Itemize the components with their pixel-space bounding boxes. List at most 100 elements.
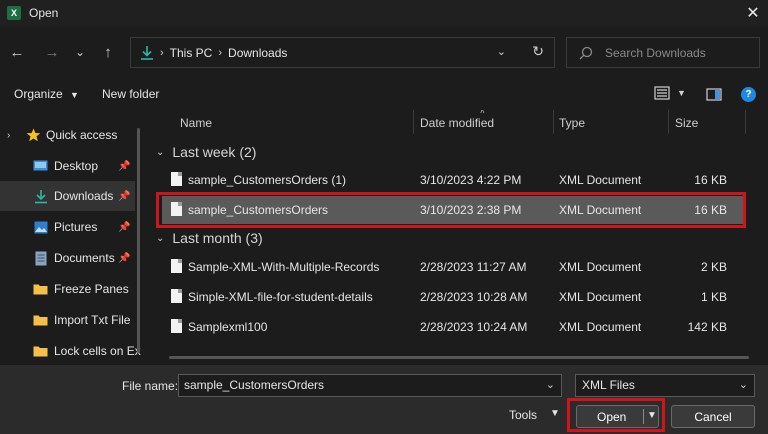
file-type: XML Document [559,290,642,304]
pin-icon[interactable]: 📌 [118,222,130,233]
pin-icon[interactable]: 📌 [118,191,130,202]
sidebar-item-label: Lock cells on Ex [54,344,141,358]
refresh-icon[interactable]: ↻ [532,43,544,60]
breadcrumb-separator-icon: › [160,46,164,59]
chevron-down-icon[interactable]: ⌄ [739,375,748,396]
pin-icon[interactable]: 📌 [118,161,130,172]
file-name-field[interactable]: sample_CustomersOrders ⌄ [178,374,562,397]
column-divider[interactable] [745,110,746,134]
sidebar-item-label: Freeze Panes [54,282,129,296]
view-list-icon[interactable] [654,86,670,100]
sidebar-item-label: Documents [54,251,115,265]
caret-down-icon[interactable]: ▼ [677,88,686,98]
recent-locations-button[interactable]: ⌄ [68,40,92,64]
table-row[interactable]: Simple-XML-file-for-student-details 2/28… [162,283,744,311]
sidebar-item-documents[interactable]: Documents 📌 [0,243,135,273]
group-header-last-month[interactable]: ⌄ Last month (3) [156,230,263,246]
file-icon [171,319,182,333]
download-icon [140,45,154,61]
forward-button[interactable]: → [40,40,64,64]
chevron-down-icon[interactable]: ⌄ [156,233,164,244]
table-row[interactable]: Samplexml100 2/28/2023 10:24 AM XML Docu… [162,313,744,341]
file-date: 2/28/2023 11:27 AM [420,260,527,274]
table-row[interactable]: Sample-XML-With-Multiple-Records 2/28/20… [162,253,744,281]
sidebar-item-label: Import Txt File [54,313,131,327]
file-name-label: File name: [122,379,179,393]
pin-icon[interactable]: 📌 [118,253,130,264]
up-button[interactable]: ↑ [96,40,120,64]
cancel-button[interactable]: Cancel [671,405,755,428]
caret-down-icon[interactable]: ▼ [550,408,560,419]
search-box[interactable] [566,37,760,68]
close-icon[interactable]: ✕ [746,3,759,23]
file-list: Name ˄ Date modified Type Size ⌄ Last we… [150,110,768,365]
help-icon[interactable]: ? [741,87,756,102]
address-dropdown-icon[interactable]: ⌄ [497,45,506,58]
navigation-pane: › Quick access Desktop 📌 Downloads 📌 Pic… [0,110,145,365]
chevron-down-icon[interactable]: ⌄ [75,45,85,59]
chevron-right-icon[interactable]: › [7,130,10,141]
chevron-down-icon[interactable]: ⌄ [546,375,555,396]
file-icon [171,172,182,186]
back-button[interactable]: ← [5,40,29,64]
sidebar-item-quick-access[interactable]: › Quick access [0,120,135,150]
column-divider[interactable] [668,110,669,134]
breadcrumb-this-pc[interactable]: This PC [170,46,213,60]
sidebar-item-label: Quick access [46,128,118,142]
selection-highlight-annotation [156,192,746,228]
group-header-last-week[interactable]: ⌄ Last week (2) [156,144,256,160]
dialog-footer: File name: sample_CustomersOrders ⌄ XML … [0,365,768,434]
table-row[interactable]: sample_CustomersOrders (1) 3/10/2023 4:2… [162,166,744,194]
tools-button[interactable]: Tools [509,408,537,422]
organize-button[interactable]: Organize ▼ [14,87,79,101]
file-icon [171,289,182,303]
back-arrow-icon[interactable]: ← [10,44,25,61]
sidebar-item-import-txt-file[interactable]: Import Txt File [0,305,135,335]
file-type-value[interactable]: XML Files [582,378,635,392]
sidebar-item-lock-cells[interactable]: Lock cells on Ex [0,336,141,365]
file-name: Sample-XML-With-Multiple-Records [188,260,380,274]
sidebar-item-downloads[interactable]: Downloads 📌 [0,181,135,211]
up-arrow-icon[interactable]: ↑ [104,44,112,61]
close-button[interactable]: ✕ [738,0,768,26]
sidebar-scrollbar[interactable] [137,128,140,353]
file-name: sample_CustomersOrders (1) [188,173,347,187]
navigation-bar: ← → ⌄ ↑ › This PC › Downloads ⌄ ↻ [0,26,768,78]
group-label: Last month (3) [172,230,263,246]
command-toolbar: Organize ▼ New folder ▼ ? [0,78,768,110]
sidebar-item-desktop[interactable]: Desktop 📌 [0,151,135,181]
search-input[interactable] [605,45,755,60]
window-title: Open [29,6,59,20]
sidebar-item-freeze-panes[interactable]: Freeze Panes [0,274,135,304]
file-name-value[interactable]: sample_CustomersOrders [184,378,324,392]
column-header-size[interactable]: Size [675,116,698,130]
column-header-date-modified[interactable]: Date modified [420,116,494,130]
preview-pane-icon[interactable] [706,88,722,101]
search-icon [579,46,593,59]
column-header-name[interactable]: Name [180,116,212,130]
horizontal-scrollbar[interactable] [169,356,749,359]
desktop-icon [33,159,48,173]
breadcrumb-downloads[interactable]: Downloads [228,46,287,60]
folder-icon [33,344,48,358]
sidebar-item-label: Desktop [54,159,99,173]
chevron-down-icon[interactable]: ⌄ [156,147,164,158]
column-divider[interactable] [413,110,414,134]
file-type-select[interactable]: XML Files ⌄ [575,374,755,397]
excel-icon: X [7,6,21,20]
column-header-type[interactable]: Type [559,116,585,130]
caret-down-icon[interactable]: ▼ [70,90,79,100]
file-date: 2/28/2023 10:24 AM [420,320,528,334]
view-options[interactable]: ▼ [654,86,686,100]
address-bar[interactable]: › This PC › Downloads ⌄ ↻ [130,37,555,68]
column-divider[interactable] [553,110,554,134]
forward-arrow-icon[interactable]: → [45,44,60,61]
new-folder-button[interactable]: New folder [102,87,159,101]
star-icon [26,128,41,142]
sidebar-item-pictures[interactable]: Pictures 📌 [0,212,135,242]
file-size: 16 KB [694,173,727,187]
folder-icon [33,313,48,327]
documents-icon [33,251,48,265]
sidebar-item-label: Downloads [54,189,114,203]
organize-label[interactable]: Organize [14,87,63,101]
